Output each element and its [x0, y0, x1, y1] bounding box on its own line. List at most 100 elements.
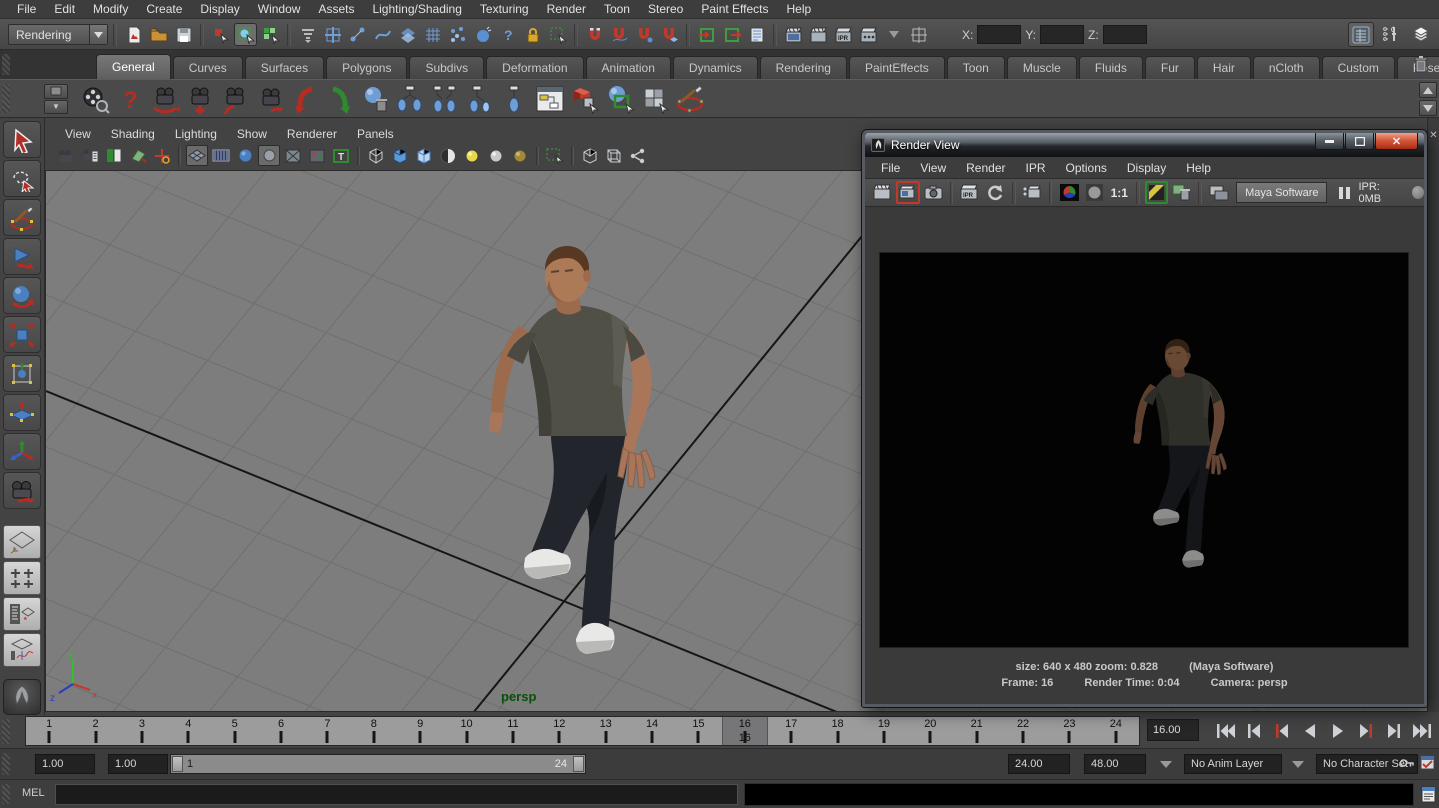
shelf-trash-icon[interactable] — [1409, 52, 1433, 76]
pv-camera-select-icon[interactable] — [55, 145, 77, 166]
shelf-tab-deformation[interactable]: Deformation — [486, 56, 583, 79]
ipr-render-button[interactable]: IPR — [832, 23, 855, 46]
animation-end-field[interactable]: 48.00 — [1084, 754, 1146, 774]
scale-tool-button[interactable] — [3, 316, 41, 353]
snap-to-grid-button[interactable] — [421, 23, 444, 46]
pv-shaded-mode-icon[interactable] — [389, 145, 411, 166]
shelf-tab-dynamics[interactable]: Dynamics — [673, 56, 758, 79]
drag-grip[interactable] — [2, 753, 10, 775]
maximize-button[interactable] — [1345, 133, 1374, 150]
close-button[interactable]: ✕ — [1375, 133, 1418, 150]
menu-assets[interactable]: Assets — [309, 0, 363, 19]
step-forward-key-button[interactable] — [1352, 719, 1379, 743]
open-render-view-button[interactable] — [782, 23, 805, 46]
pv-field-chart-icon[interactable] — [282, 145, 304, 166]
soft-modification-tool-button[interactable] — [3, 394, 41, 431]
movie-reel-icon[interactable] — [78, 82, 112, 116]
shelf-menu-widget[interactable]: ▼ — [44, 84, 68, 114]
question-mark-icon[interactable]: ? — [113, 82, 147, 116]
save-scene-button[interactable] — [172, 23, 195, 46]
pv-textured-mode-icon[interactable] — [413, 145, 435, 166]
magnet-point-icon[interactable] — [633, 23, 656, 46]
render-view-menu-help[interactable]: Help — [1176, 161, 1221, 175]
menu-modify[interactable]: Modify — [84, 0, 137, 19]
layout-persp-outliner-button[interactable] — [3, 597, 41, 631]
snap-to-curves-button[interactable] — [371, 23, 394, 46]
go-to-start-button[interactable] — [1212, 719, 1239, 743]
magnet-curve-icon[interactable] — [608, 23, 631, 46]
shelf-tab-ncloth[interactable]: nCloth — [1253, 56, 1320, 79]
pv-bookmark-icon[interactable] — [103, 145, 125, 166]
construction-history-button[interactable] — [745, 23, 768, 46]
play-backwards-button[interactable] — [1296, 719, 1323, 743]
texture-node-icon[interactable] — [463, 82, 497, 116]
pv-light-gray-icon[interactable] — [485, 145, 507, 166]
render-view-menu-file[interactable]: File — [871, 161, 910, 175]
shelf-tab-painteffects[interactable]: PaintEffects — [849, 56, 945, 79]
pv-isolate-select-icon[interactable] — [544, 145, 566, 166]
drag-grip[interactable] — [2, 719, 10, 744]
layout-persp-graph-button[interactable] — [3, 633, 41, 667]
show-manipulator-tool-button[interactable] — [3, 433, 41, 470]
y-coord-input[interactable] — [1040, 25, 1084, 44]
rendered-image[interactable] — [879, 252, 1409, 648]
chevron-down-icon[interactable] — [1292, 761, 1304, 768]
render-region-button[interactable] — [896, 181, 919, 204]
render-settings-button[interactable] — [857, 23, 880, 46]
cube-stack-select-icon[interactable] — [638, 82, 672, 116]
step-back-frame-button[interactable] — [1240, 719, 1267, 743]
render-view-menu-display[interactable]: Display — [1117, 161, 1176, 175]
minimize-button[interactable] — [1315, 133, 1344, 150]
snap-to-points-button[interactable] — [346, 23, 369, 46]
keep-image-button[interactable] — [1207, 181, 1230, 204]
shelf-tab-rendering[interactable]: Rendering — [760, 56, 847, 79]
shelf-tab-custom[interactable]: Custom — [1322, 56, 1395, 79]
time-slider[interactable]: 1612345678910111213141516171819202122232… — [25, 716, 1140, 746]
ipr-region-button[interactable] — [1021, 181, 1044, 204]
input-connections-button[interactable] — [695, 23, 718, 46]
pv-2d-pan-zoom-icon[interactable] — [151, 145, 173, 166]
menu-window[interactable]: Window — [249, 0, 310, 19]
drag-grip[interactable] — [2, 84, 10, 113]
render-view-menu-view[interactable]: View — [910, 161, 956, 175]
render-view-menu-render[interactable]: Render — [956, 161, 1015, 175]
shelf-box-icon[interactable] — [44, 84, 68, 99]
shelf-tab-surfaces[interactable]: Surfaces — [245, 56, 324, 79]
channel-box-toggle-button[interactable] — [1348, 22, 1374, 47]
select-object-mask-button[interactable] — [234, 23, 257, 46]
shelf-tab-muscle[interactable]: Muscle — [1007, 56, 1077, 79]
step-back-key-button[interactable] — [1268, 719, 1295, 743]
play-forwards-button[interactable] — [1324, 719, 1351, 743]
new-scene-button[interactable] — [122, 23, 145, 46]
paint-brush-icon[interactable] — [673, 82, 707, 116]
shelf-tab-hair[interactable]: Hair — [1197, 56, 1251, 79]
undo-arrow-icon[interactable] — [288, 82, 322, 116]
panel-menu-panels[interactable]: Panels — [347, 126, 404, 142]
rotate-tool-button[interactable] — [3, 277, 41, 314]
layout-four-view-button[interactable] — [3, 561, 41, 595]
pv-light-yellow-icon[interactable] — [461, 145, 483, 166]
shelf-scroll-up-icon[interactable] — [1419, 82, 1437, 98]
shelf-tab-polygons[interactable]: Polygons — [326, 56, 407, 79]
shelf-tab-fur[interactable]: Fur — [1145, 56, 1195, 79]
attribute-editor-toggle-button[interactable] — [1408, 22, 1434, 47]
render-view-titlebar[interactable]: Render View ✕ — [865, 133, 1424, 157]
menu-render[interactable]: Render — [538, 0, 595, 19]
pv-safe-action-icon[interactable] — [306, 145, 328, 166]
panel-menu-lighting[interactable]: Lighting — [165, 126, 227, 142]
menu-create[interactable]: Create — [137, 0, 191, 19]
pv-xray-cube-icon[interactable] — [603, 145, 625, 166]
playback-range-slider[interactable]: 1 24 — [170, 754, 586, 774]
set-key-icon[interactable] — [1399, 756, 1415, 775]
pause-ipr-icon[interactable] — [1339, 187, 1350, 199]
snap-to-planes-button[interactable] — [396, 23, 419, 46]
shelf-tab-curves[interactable]: Curves — [173, 56, 243, 79]
render-view-menu-options[interactable]: Options — [1056, 161, 1117, 175]
refresh-ipr-icon[interactable] — [984, 181, 1007, 204]
drag-grip[interactable] — [2, 784, 10, 804]
command-result-field[interactable] — [744, 783, 1414, 806]
lock-icon[interactable] — [521, 23, 544, 46]
pv-grid-toggle-icon[interactable] — [186, 145, 208, 166]
menu-help[interactable]: Help — [778, 0, 821, 19]
output-connections-button[interactable] — [720, 23, 743, 46]
